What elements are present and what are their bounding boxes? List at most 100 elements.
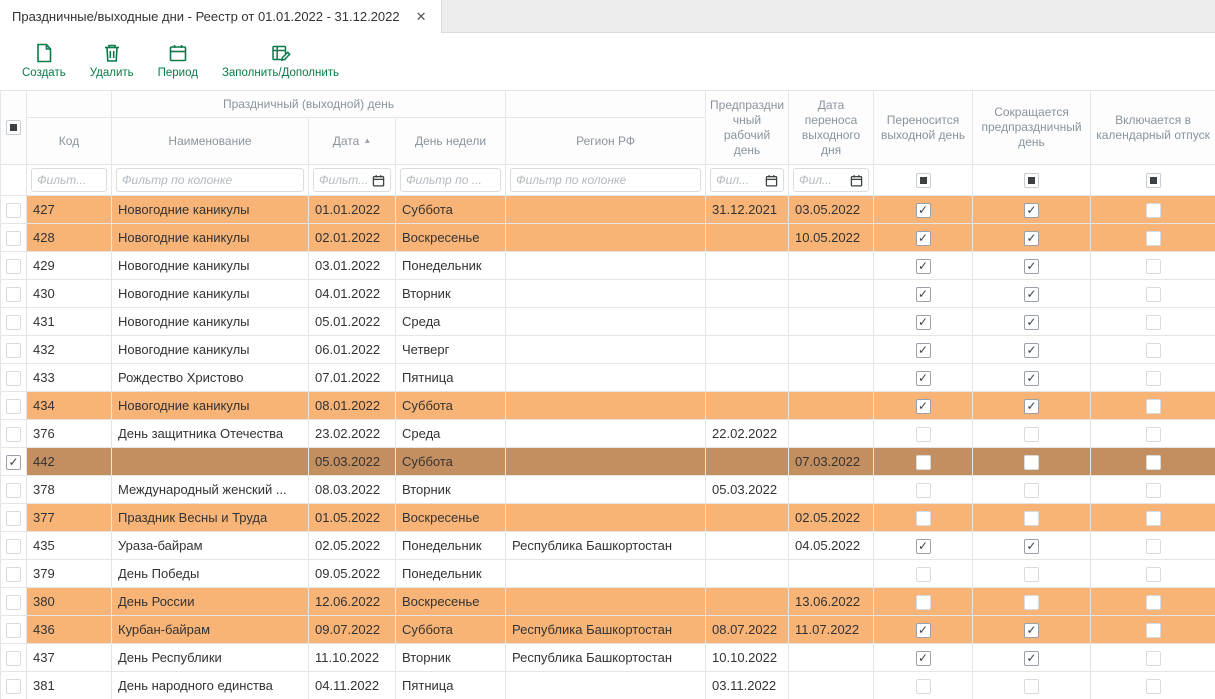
reduced-checkbox[interactable]: ✓ bbox=[1024, 651, 1039, 666]
transfer-filter-input[interactable] bbox=[799, 173, 847, 187]
vacation-checkbox[interactable] bbox=[1146, 427, 1161, 442]
row-select-checkbox[interactable] bbox=[6, 595, 21, 610]
reduced-checkbox[interactable] bbox=[1024, 483, 1039, 498]
vacation-checkbox[interactable] bbox=[1146, 651, 1161, 666]
delete-button[interactable]: Удалить bbox=[78, 40, 146, 81]
table-row[interactable]: 377Праздник Весны и Труда01.05.2022Воскр… bbox=[1, 504, 1215, 532]
reduced-checkbox[interactable]: ✓ bbox=[1024, 343, 1039, 358]
moved-checkbox[interactable] bbox=[916, 511, 931, 526]
moved-filter-checkbox[interactable] bbox=[916, 173, 931, 188]
column-header-moved[interactable]: Переносится выходной день bbox=[874, 91, 973, 165]
row-select-checkbox[interactable] bbox=[6, 539, 21, 554]
table-row[interactable]: 380День России12.06.2022Воскресенье13.06… bbox=[1, 588, 1215, 616]
row-select-checkbox[interactable] bbox=[6, 259, 21, 274]
row-select-checkbox[interactable] bbox=[6, 287, 21, 302]
reduced-checkbox[interactable] bbox=[1024, 455, 1039, 470]
row-select-checkbox[interactable] bbox=[6, 315, 21, 330]
moved-checkbox[interactable]: ✓ bbox=[916, 287, 931, 302]
period-button[interactable]: Период bbox=[146, 40, 210, 81]
tab-holidays-registry[interactable]: Праздничные/выходные дни - Реестр от 01.… bbox=[0, 0, 442, 33]
vacation-checkbox[interactable] bbox=[1146, 455, 1161, 470]
table-row[interactable]: 430Новогодние каникулы04.01.2022Вторник✓… bbox=[1, 280, 1215, 308]
calendar-icon[interactable] bbox=[850, 174, 863, 187]
moved-checkbox[interactable] bbox=[916, 567, 931, 582]
table-row[interactable]: 376День защитника Отечества23.02.2022Сре… bbox=[1, 420, 1215, 448]
moved-checkbox[interactable]: ✓ bbox=[916, 259, 931, 274]
moved-checkbox[interactable] bbox=[916, 679, 931, 694]
reduced-checkbox[interactable] bbox=[1024, 679, 1039, 694]
row-select-checkbox[interactable] bbox=[6, 511, 21, 526]
vacation-checkbox[interactable] bbox=[1146, 203, 1161, 218]
row-select-checkbox[interactable] bbox=[6, 399, 21, 414]
column-header-weekday[interactable]: День недели bbox=[396, 118, 506, 165]
reduced-checkbox[interactable]: ✓ bbox=[1024, 203, 1039, 218]
code-filter-input[interactable] bbox=[37, 173, 101, 187]
vacation-checkbox[interactable] bbox=[1146, 287, 1161, 302]
vacation-checkbox[interactable] bbox=[1146, 231, 1161, 246]
table-row[interactable]: 436Курбан-байрам09.07.2022СубботаРеспубл… bbox=[1, 616, 1215, 644]
vacation-checkbox[interactable] bbox=[1146, 315, 1161, 330]
column-header-transfer-date[interactable]: Дата переноса выходного дня bbox=[789, 91, 874, 165]
vacation-checkbox[interactable] bbox=[1146, 539, 1161, 554]
table-row[interactable]: 428Новогодние каникулы02.01.2022Воскресе… bbox=[1, 224, 1215, 252]
vacation-checkbox[interactable] bbox=[1146, 679, 1161, 694]
moved-checkbox[interactable]: ✓ bbox=[916, 203, 931, 218]
name-filter-input[interactable] bbox=[122, 173, 298, 187]
vacation-checkbox[interactable] bbox=[1146, 511, 1161, 526]
table-row[interactable]: 437День Республики11.10.2022ВторникРеспу… bbox=[1, 644, 1215, 672]
table-row[interactable]: 427Новогодние каникулы01.01.2022Суббота3… bbox=[1, 196, 1215, 224]
reduced-checkbox[interactable] bbox=[1024, 567, 1039, 582]
reduced-checkbox[interactable]: ✓ bbox=[1024, 539, 1039, 554]
column-header-reduced[interactable]: Сокращается предпраздничный день bbox=[973, 91, 1091, 165]
moved-checkbox[interactable]: ✓ bbox=[916, 623, 931, 638]
weekday-filter-input[interactable] bbox=[406, 173, 495, 187]
table-row[interactable]: 435Ураза-байрам02.05.2022ПонедельникРесп… bbox=[1, 532, 1215, 560]
vacation-checkbox[interactable] bbox=[1146, 623, 1161, 638]
moved-checkbox[interactable]: ✓ bbox=[916, 539, 931, 554]
table-row[interactable]: 429Новогодние каникулы03.01.2022Понедель… bbox=[1, 252, 1215, 280]
reduced-checkbox[interactable]: ✓ bbox=[1024, 315, 1039, 330]
reduced-filter-checkbox[interactable] bbox=[1024, 173, 1039, 188]
table-row[interactable]: 379День Победы09.05.2022Понедельник bbox=[1, 560, 1215, 588]
row-select-checkbox[interactable] bbox=[6, 371, 21, 386]
moved-checkbox[interactable]: ✓ bbox=[916, 399, 931, 414]
column-header-preholiday[interactable]: Предпраздничный рабочий день bbox=[706, 91, 789, 165]
moved-checkbox[interactable]: ✓ bbox=[916, 651, 931, 666]
moved-checkbox[interactable]: ✓ bbox=[916, 315, 931, 330]
create-button[interactable]: Создать bbox=[10, 40, 78, 81]
reduced-checkbox[interactable]: ✓ bbox=[1024, 399, 1039, 414]
vacation-checkbox[interactable] bbox=[1146, 399, 1161, 414]
row-select-checkbox[interactable] bbox=[6, 231, 21, 246]
column-header-code[interactable]: Код bbox=[27, 118, 112, 165]
row-select-checkbox[interactable] bbox=[6, 567, 21, 582]
table-row[interactable]: 434Новогодние каникулы08.01.2022Суббота✓… bbox=[1, 392, 1215, 420]
moved-checkbox[interactable] bbox=[916, 483, 931, 498]
reduced-checkbox[interactable]: ✓ bbox=[1024, 371, 1039, 386]
row-select-checkbox[interactable] bbox=[6, 343, 21, 358]
row-select-checkbox[interactable] bbox=[6, 427, 21, 442]
table-row[interactable]: 432Новогодние каникулы06.01.2022Четверг✓… bbox=[1, 336, 1215, 364]
row-select-checkbox[interactable]: ✓ bbox=[6, 455, 21, 470]
moved-checkbox[interactable] bbox=[916, 455, 931, 470]
moved-checkbox[interactable] bbox=[916, 427, 931, 442]
vacation-checkbox[interactable] bbox=[1146, 483, 1161, 498]
fill-button[interactable]: Заполнить/Дополнить bbox=[210, 40, 351, 81]
row-select-checkbox[interactable] bbox=[6, 623, 21, 638]
vacation-checkbox[interactable] bbox=[1146, 259, 1161, 274]
table-row[interactable]: ✓44205.03.2022Суббота07.03.2022 bbox=[1, 448, 1215, 476]
moved-checkbox[interactable]: ✓ bbox=[916, 371, 931, 386]
moved-checkbox[interactable] bbox=[916, 595, 931, 610]
moved-checkbox[interactable]: ✓ bbox=[916, 231, 931, 246]
calendar-icon[interactable] bbox=[372, 174, 385, 187]
reduced-checkbox[interactable]: ✓ bbox=[1024, 259, 1039, 274]
column-header-date[interactable]: Дата▲ bbox=[309, 118, 396, 165]
column-header-vacation[interactable]: Включается в календарный отпуск bbox=[1091, 91, 1215, 165]
reduced-checkbox[interactable] bbox=[1024, 511, 1039, 526]
table-row[interactable]: 378Международный женский ...08.03.2022Вт… bbox=[1, 476, 1215, 504]
column-header-region[interactable]: Регион РФ bbox=[506, 118, 706, 165]
column-header-name[interactable]: Наименование bbox=[112, 118, 309, 165]
date-filter-input[interactable] bbox=[319, 173, 369, 187]
region-filter-input[interactable] bbox=[516, 173, 695, 187]
select-all-checkbox[interactable] bbox=[6, 120, 21, 135]
row-select-checkbox[interactable] bbox=[6, 483, 21, 498]
